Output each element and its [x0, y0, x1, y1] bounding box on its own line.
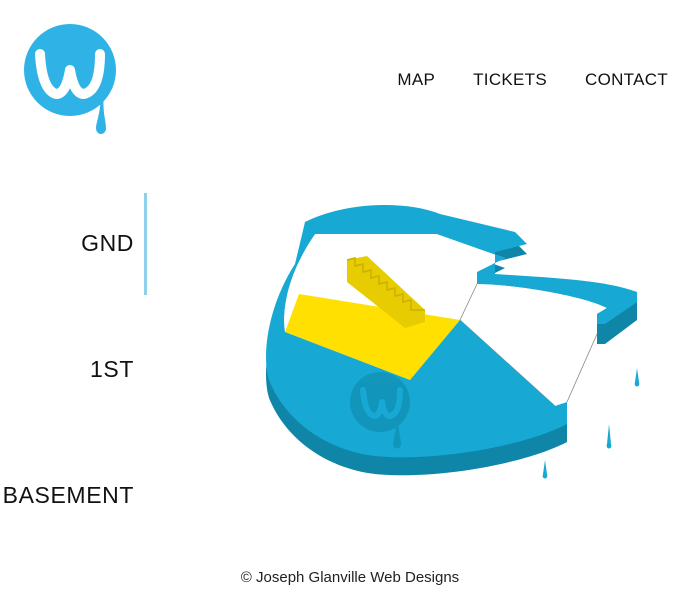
floor-basement[interactable]: BASEMENT	[3, 482, 134, 509]
floor-gnd[interactable]: GND	[81, 230, 134, 257]
page: MAP TICKETS CONTACT GND 1ST BASEMENT © J…	[0, 0, 700, 600]
nav-map[interactable]: MAP	[397, 70, 435, 90]
floor-map[interactable]	[255, 192, 655, 492]
main-nav: MAP TICKETS CONTACT	[397, 70, 668, 90]
site-logo-icon[interactable]	[22, 20, 122, 140]
floor-1st[interactable]: 1ST	[90, 356, 134, 383]
floor-selector: GND 1ST BASEMENT	[0, 190, 150, 520]
nav-tickets[interactable]: TICKETS	[473, 70, 547, 90]
footer-copyright: © Joseph Glanville Web Designs	[240, 569, 460, 586]
selected-floor-indicator	[144, 193, 147, 295]
nav-contact[interactable]: CONTACT	[585, 70, 668, 90]
